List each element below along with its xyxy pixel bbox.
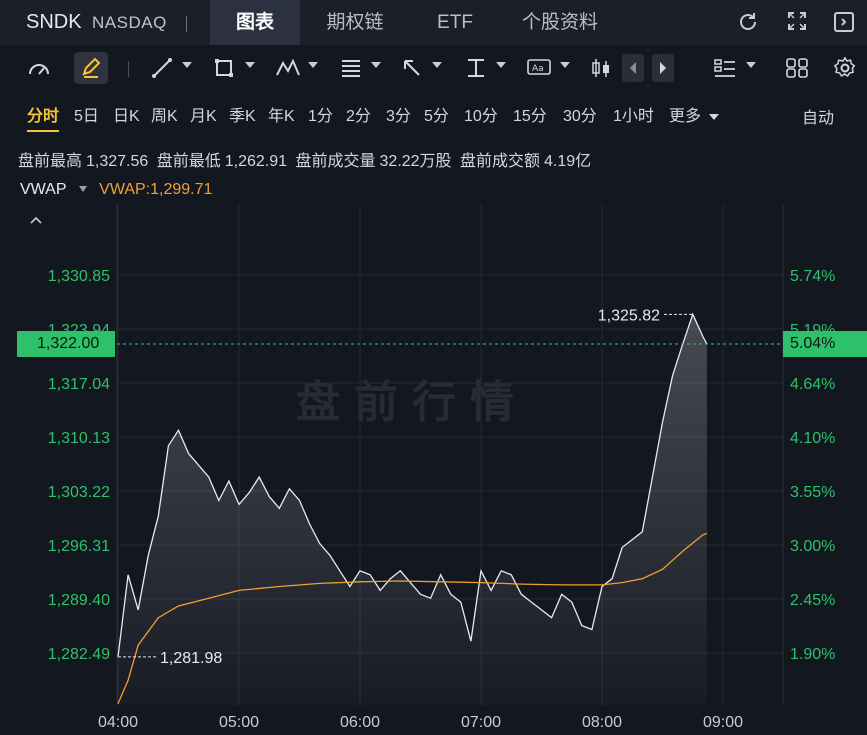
price-area [118, 314, 707, 705]
price-chart[interactable]: 1,330.855.74%1,323.945.19%1,317.044.64%1… [0, 0, 867, 735]
x-tick: 04:00 [98, 714, 138, 731]
x-tick: 08:00 [582, 714, 622, 731]
y-tick-left: 1,303.22 [48, 484, 110, 501]
y-tick-right: 1.90% [790, 646, 835, 663]
y-tick-left: 1,296.31 [48, 538, 110, 555]
high-label: 1,325.82 [598, 307, 660, 324]
y-tick-left: 1,289.40 [48, 592, 110, 609]
last-price-badge: 1,322.00 [17, 331, 115, 357]
x-tick: 06:00 [340, 714, 380, 731]
y-tick-right: 3.55% [790, 484, 835, 501]
y-tick-right: 4.10% [790, 430, 835, 447]
x-tick: 05:00 [219, 714, 259, 731]
y-tick-left: 1,330.85 [48, 268, 110, 285]
y-tick-left: 1,317.04 [48, 376, 110, 393]
y-tick-left: 1,282.49 [48, 646, 110, 663]
y-tick-right: 5.74% [790, 268, 835, 285]
low-label: 1,281.98 [160, 650, 222, 667]
x-tick: 07:00 [461, 714, 501, 731]
x-tick: 09:00 [703, 714, 743, 731]
y-tick-right: 2.45% [790, 592, 835, 609]
y-tick-right: 4.64% [790, 376, 835, 393]
last-change-badge: 5.04% [783, 331, 867, 357]
y-tick-right: 3.00% [790, 538, 835, 555]
y-tick-left: 1,310.13 [48, 430, 110, 447]
